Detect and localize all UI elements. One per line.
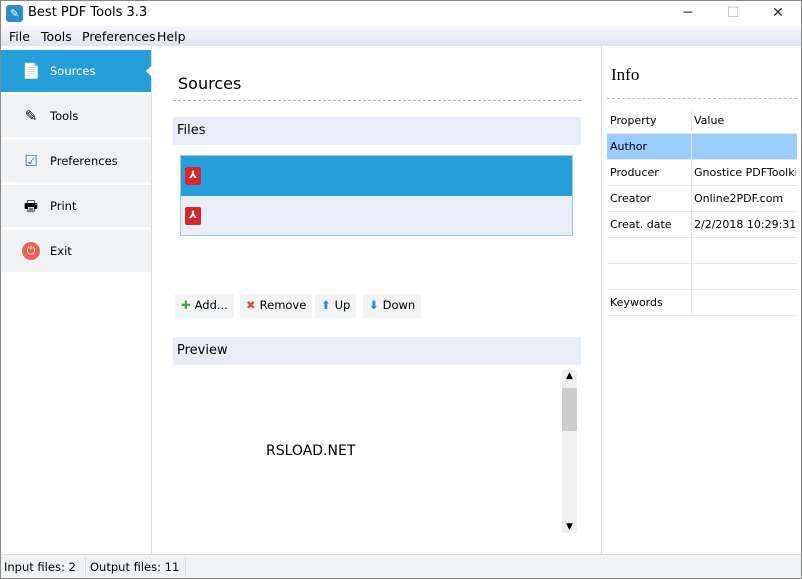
pdf-icon: ⅄ — [185, 207, 201, 225]
main-panel: Sources Files ⅄ ⅄ ✚ Add... ✖ Remove ⬆ Up ⬇ D… — [152, 46, 601, 554]
table-row[interactable]: Producer Gnostice PDFToolkit 5 — [607, 160, 797, 186]
sidebar: 📄 Sources ✎ Tools ☑ Preferences 🖶 Print ⏻ Exi… — [1, 46, 152, 554]
up-button[interactable]: ⬆ Up — [315, 294, 357, 318]
file-row[interactable]: ⅄ — [181, 196, 572, 236]
app-window: ✎ Best PDF Tools 3.3 ─ ☐ ✕ File Tools Pr… — [0, 0, 802, 579]
menu-file[interactable]: File — [9, 29, 30, 44]
tools-icon: ✎ — [24, 107, 38, 125]
sidebar-item-label: Print — [50, 199, 77, 213]
file-row-selected[interactable]: ⅄ — [181, 156, 572, 196]
remove-button[interactable]: ✖ Remove — [240, 294, 313, 318]
table-header: Property Value — [607, 108, 797, 134]
add-button[interactable]: ✚ Add... — [175, 294, 234, 318]
power-icon: ⏻ — [22, 242, 40, 260]
maximize-button[interactable]: ☐ — [710, 1, 756, 26]
remove-icon: ✖ — [246, 298, 256, 312]
print-icon: 🖶 — [23, 197, 39, 215]
file-list[interactable]: ⅄ ⅄ — [180, 155, 573, 236]
sidebar-item-label: Tools — [50, 109, 79, 123]
menu-bar: File Tools Preferences Help — [1, 26, 801, 46]
sidebar-item-sources[interactable]: 📄 Sources — [1, 50, 152, 92]
info-title: Info — [611, 65, 640, 84]
sources-icon: 📄 — [22, 62, 41, 80]
scroll-up-icon[interactable]: ▲ — [562, 371, 577, 381]
files-header: Files — [173, 117, 581, 145]
column-value: Value — [694, 114, 725, 127]
sidebar-item-tools[interactable]: ✎ Tools — [1, 95, 151, 137]
scroll-thumb[interactable] — [562, 388, 577, 431]
down-label: Down — [382, 298, 416, 312]
preview-text: RSLOAD.NET — [266, 443, 356, 459]
divider — [607, 98, 797, 99]
sidebar-item-exit[interactable]: ⏻ Exit — [1, 230, 151, 272]
property-cell: Producer — [610, 166, 659, 179]
pdf-icon: ⅄ — [185, 167, 201, 185]
table-row[interactable]: Creat. date 2/2/2018 10:29:31 — [607, 212, 797, 238]
preferences-icon: ☑ — [24, 152, 38, 170]
table-row[interactable] — [607, 238, 797, 264]
value-cell: Online2PDF.com — [694, 192, 784, 205]
divider — [173, 100, 581, 101]
minimize-button[interactable]: ─ — [665, 1, 711, 26]
input-files-count: Input files: 2 — [4, 560, 76, 574]
table-row[interactable]: Keywords — [607, 290, 797, 316]
plus-icon: ✚ — [181, 298, 191, 312]
sidebar-item-print[interactable]: 🖶 Print — [1, 185, 151, 227]
sidebar-item-preferences[interactable]: ☑ Preferences — [1, 140, 151, 182]
app-icon: ✎ — [6, 5, 23, 22]
remove-label: Remove — [259, 298, 307, 312]
arrow-up-icon: ⬆ — [321, 298, 331, 312]
info-panel: Info Property Value Author Producer Gnostic… — [601, 46, 802, 554]
column-property: Property — [610, 114, 657, 127]
close-button[interactable]: ✕ — [755, 1, 801, 26]
scroll-down-icon[interactable]: ▼ — [562, 522, 577, 532]
property-cell: Keywords — [610, 296, 663, 309]
output-files-count: Output files: 11 — [90, 560, 180, 574]
property-cell: Author — [610, 140, 648, 153]
sidebar-item-label: Sources — [50, 64, 96, 78]
status-bar: Input files: 2 Output files: 11 — [1, 554, 801, 578]
preview-header: Preview — [173, 337, 581, 365]
property-cell: Creat. date — [610, 218, 672, 231]
page-title: Sources — [178, 74, 242, 93]
up-label: Up — [334, 298, 351, 312]
value-cell: 2/2/2018 10:29:31 — [694, 218, 796, 231]
menu-preferences[interactable]: Preferences — [82, 29, 156, 44]
sidebar-item-label: Preferences — [50, 154, 118, 168]
property-cell: Creator — [610, 192, 652, 205]
title-bar: ✎ Best PDF Tools 3.3 ─ ☐ ✕ — [1, 1, 801, 26]
table-row[interactable] — [607, 264, 797, 290]
menu-help[interactable]: Help — [157, 29, 186, 44]
window-title: Best PDF Tools 3.3 — [28, 5, 148, 20]
menu-tools[interactable]: Tools — [41, 29, 72, 44]
sidebar-item-label: Exit — [50, 244, 72, 258]
arrow-down-icon: ⬇ — [369, 298, 379, 312]
add-label: Add... — [194, 298, 228, 312]
down-button[interactable]: ⬇ Down — [363, 294, 422, 318]
table-row[interactable]: Creator Online2PDF.com — [607, 186, 797, 212]
value-cell: Gnostice PDFToolkit 5 — [694, 166, 796, 179]
table-row[interactable]: Author — [607, 134, 797, 160]
preview-scrollbar[interactable]: ▲ ▼ — [562, 370, 577, 533]
